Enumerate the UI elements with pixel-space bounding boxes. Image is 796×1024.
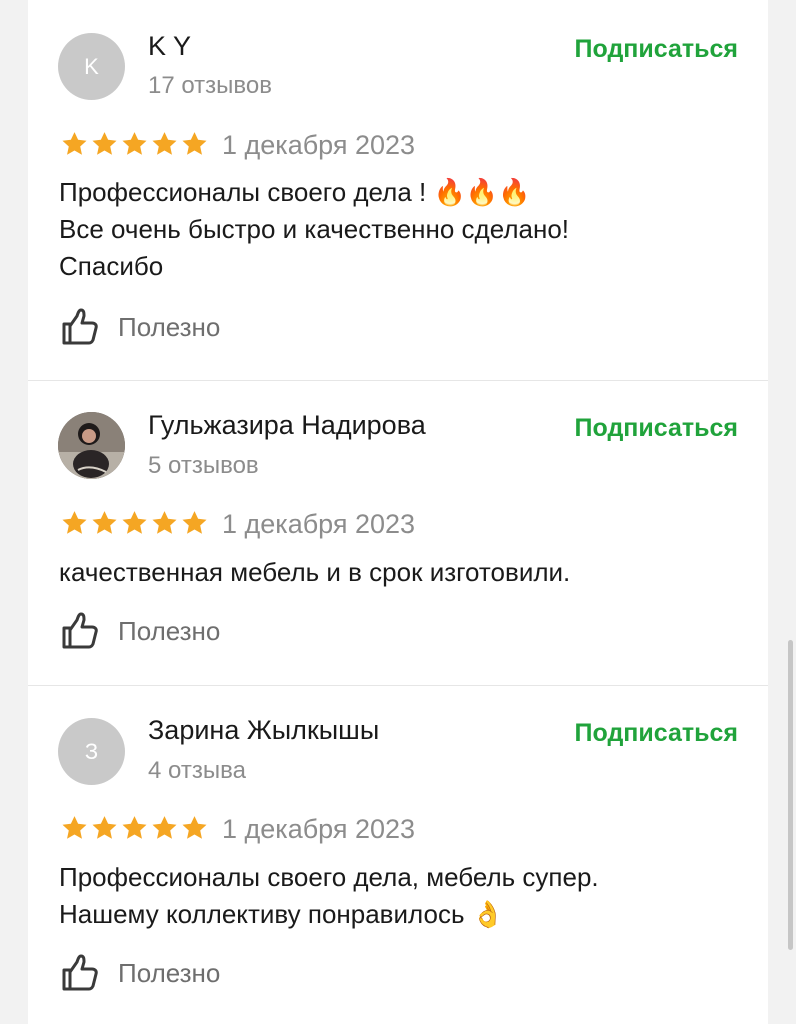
rating-stars [60,130,209,158]
star-icon [62,816,87,839]
star-icon [182,511,207,534]
subscribe-button[interactable]: Подписаться [575,414,738,443]
star-icon [182,816,207,839]
user-photo-icon [58,412,125,479]
review-text-line: Все очень быстро и качественно сделано! [59,214,569,244]
thumbs-up-icon [62,954,98,991]
review-card: Гульжазира Надирова 5 отзывов Подписатьс… [28,380,768,686]
star-icon [152,132,177,155]
star-icon [152,511,177,534]
review-text-line: качественная мебель и в срок изготовили. [59,557,571,587]
review-text: Профессионалы своего дела ! 🔥🔥🔥 Все очен… [59,174,739,285]
reviews-panel: K K Y 17 отзывов Подписаться 1 декабря 2… [28,0,768,1024]
subscribe-button[interactable]: Подписаться [575,35,738,64]
avatar[interactable]: З [58,718,125,785]
helpful-label: Полезно [118,615,221,646]
author-name[interactable]: Гульжазира Надирова [148,410,426,441]
helpful-label: Полезно [118,311,221,342]
review-text-line: Профессионалы своего дела ! 🔥🔥🔥 [59,177,531,207]
review-count: 5 отзывов [148,452,259,479]
review-count: 17 отзывов [148,72,273,99]
avatar-letter: K [84,53,99,79]
review-text-line: Профессионалы своего дела, мебель супер. [59,862,599,892]
thumbs-up-icon [62,308,98,345]
star-icon [122,816,147,839]
avatar-letter: З [84,738,99,764]
review-card: K K Y 17 отзывов Подписаться 1 декабря 2… [28,0,768,381]
rating-stars [60,814,209,842]
review-date: 1 декабря 2023 [222,130,416,160]
avatar[interactable]: K [58,33,125,100]
review-text: качественная мебель и в срок изготовили. [59,554,739,591]
star-icon [62,132,87,155]
author-name[interactable]: Зарина Жылкышы [148,715,379,746]
star-icon [122,511,147,534]
rating-stars [60,509,209,537]
star-icon [92,511,117,534]
helpful-button[interactable]: Полезно [60,953,220,993]
avatar-photo[interactable] [58,412,125,479]
helpful-label: Полезно [118,957,221,988]
review-date: 1 декабря 2023 [222,814,416,844]
star-icon [92,816,117,839]
star-icon [182,132,207,155]
thumbs-up-icon [62,612,98,649]
author-name[interactable]: K Y [148,31,191,62]
star-icon [122,132,147,155]
star-icon [152,816,177,839]
review-count: 4 отзыва [148,757,246,784]
review-text-line: Нашему коллективу понравилось 👌 [59,899,505,929]
review-text: Профессионалы своего дела, мебель супер.… [59,859,739,933]
star-icon [62,511,87,534]
subscribe-button[interactable]: Подписаться [575,719,738,748]
helpful-button[interactable]: Полезно [60,307,220,347]
review-date: 1 декабря 2023 [222,509,416,539]
star-icon [92,132,117,155]
helpful-button[interactable]: Полезно [60,611,220,651]
review-text-line: Спасибо [59,251,164,281]
review-card: З Зарина Жылкышы 4 отзыва Подписаться 1 … [28,685,768,1024]
scrollbar[interactable] [788,640,793,950]
